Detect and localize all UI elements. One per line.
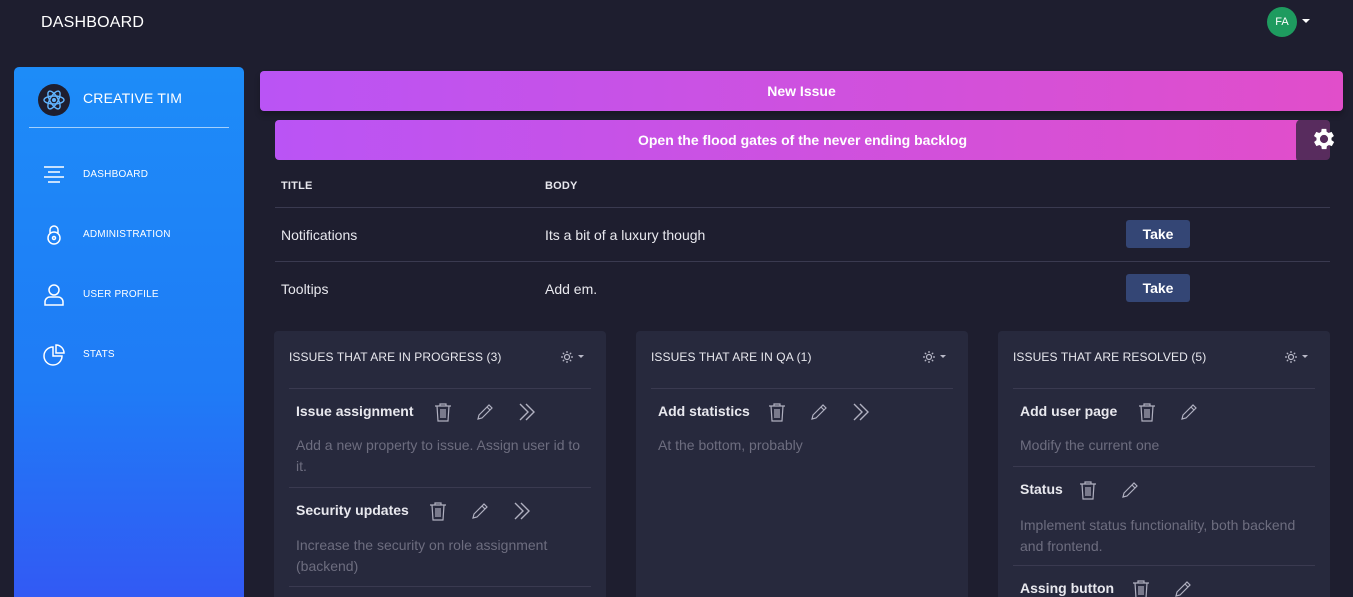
card-title: ISSUES THAT ARE IN QA (1) [651, 350, 812, 364]
sidebar: CREATIVE TIM DASHBOARD ADMINISTRATION US… [14, 67, 244, 597]
page-title[interactable]: DASHBOARD [41, 14, 144, 32]
user-avatar[interactable]: FA [1267, 7, 1297, 37]
sidebar-item-label: DASHBOARD [83, 169, 149, 180]
issue-title: Add statistics [658, 403, 750, 419]
column-header-body: BODY [545, 180, 578, 192]
in-progress-card: ISSUES THAT ARE IN PROGRESS (3) Issue as… [274, 331, 606, 597]
row-body: Add em. [545, 281, 598, 297]
pie-chart-icon [42, 343, 66, 367]
sidebar-item-dashboard[interactable]: DASHBOARD [42, 163, 232, 187]
take-button[interactable]: Take [1126, 220, 1190, 248]
in-qa-card: ISSUES THAT ARE IN QA (1) Add statistics [636, 331, 968, 597]
pencil-icon[interactable] [469, 500, 491, 522]
lock-icon [42, 223, 66, 247]
table-row: Tooltips Add em. Take [275, 261, 1330, 315]
top-navbar: DASHBOARD FA [0, 0, 1353, 50]
sidebar-item-administration[interactable]: ADMINISTRATION [42, 223, 232, 247]
issue-title: Status [1020, 481, 1063, 497]
row-title: Tooltips [281, 281, 329, 297]
column-header-title: TITLE [281, 180, 313, 192]
pencil-icon[interactable] [1178, 401, 1200, 423]
issue-description: Modify the current one [1020, 437, 1160, 453]
settings-toggle[interactable] [1296, 119, 1353, 163]
card-title: ISSUES THAT ARE RESOLVED (5) [1013, 350, 1207, 364]
pencil-icon[interactable] [1119, 479, 1141, 501]
divider [1013, 565, 1315, 566]
card-settings-dropdown[interactable] [559, 349, 589, 365]
issue-title: Add user page [1020, 403, 1118, 419]
take-button[interactable]: Take [1126, 274, 1190, 302]
divider [289, 586, 591, 587]
divider [1013, 388, 1315, 389]
trash-icon[interactable] [1136, 401, 1158, 423]
align-center-icon [42, 163, 66, 187]
issue-description: Increase the security on role assignment… [296, 537, 548, 574]
pencil-icon[interactable] [474, 401, 496, 423]
gear-icon [1310, 125, 1338, 158]
card-title: ISSUES THAT ARE IN PROGRESS (3) [289, 350, 502, 364]
divider [1013, 466, 1315, 467]
forward-icon[interactable] [511, 500, 533, 522]
table-row: Notifications Its a bit of a luxury thou… [275, 207, 1330, 261]
card-settings-dropdown[interactable] [921, 349, 951, 365]
issue-title: Security updates [296, 502, 409, 518]
chevron-down-icon[interactable] [1302, 19, 1310, 23]
issue-description: Implement status functionality, both bac… [1020, 517, 1296, 554]
trash-icon[interactable] [432, 401, 454, 423]
react-logo-icon[interactable] [38, 84, 70, 116]
sidebar-item-label: STATS [83, 349, 115, 360]
brand-name[interactable]: CREATIVE TIM [83, 90, 182, 106]
issue-title: Assing button [1020, 580, 1115, 596]
pencil-icon[interactable] [1172, 578, 1194, 597]
trash-icon[interactable] [1077, 479, 1099, 501]
divider [651, 388, 953, 389]
card-settings-dropdown[interactable] [1283, 349, 1313, 365]
divider [289, 487, 591, 488]
sidebar-item-stats[interactable]: STATS [42, 343, 232, 367]
user-icon [42, 283, 66, 307]
sidebar-item-label: USER PROFILE [83, 289, 159, 300]
sidebar-item-label: ADMINISTRATION [83, 229, 171, 240]
sidebar-item-user-profile[interactable]: USER PROFILE [42, 283, 232, 307]
open-backlog-button[interactable]: Open the flood gates of the never ending… [275, 120, 1330, 160]
row-title: Notifications [281, 227, 358, 243]
row-body: Its a bit of a luxury though [545, 227, 706, 243]
forward-icon[interactable] [850, 401, 872, 423]
issue-title: Issue assignment [296, 403, 414, 419]
trash-icon[interactable] [766, 401, 788, 423]
new-issue-button[interactable]: New Issue [260, 71, 1343, 111]
trash-icon[interactable] [1130, 578, 1152, 597]
resolved-card: ISSUES THAT ARE RESOLVED (5) Add user pa… [998, 331, 1330, 597]
trash-icon[interactable] [427, 500, 449, 522]
forward-icon[interactable] [516, 401, 538, 423]
sidebar-divider [29, 127, 229, 128]
issue-description: Add a new property to issue. Assign user… [296, 437, 581, 474]
issue-description: At the bottom, probably [658, 437, 803, 453]
pencil-icon[interactable] [808, 401, 830, 423]
divider [289, 388, 591, 389]
